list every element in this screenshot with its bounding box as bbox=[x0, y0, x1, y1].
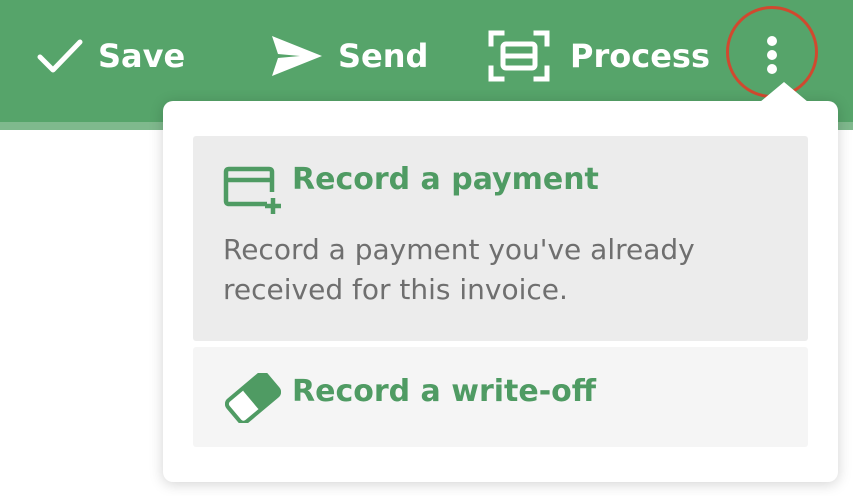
more-vertical-icon-dot bbox=[767, 50, 777, 60]
menu-item-record-payment[interactable]: Record a payment Record a payment you've… bbox=[193, 136, 808, 341]
send-button[interactable]: Send bbox=[270, 20, 428, 92]
record-payment-description: Record a payment you've already received… bbox=[223, 233, 695, 306]
more-vertical-icon bbox=[767, 36, 777, 46]
eraser-icon bbox=[225, 373, 281, 423]
menu-item-record-write-off[interactable]: Record a write-off bbox=[193, 347, 808, 447]
scan-icon bbox=[488, 30, 550, 82]
send-label: Send bbox=[338, 37, 429, 75]
dropdown-caret bbox=[760, 82, 808, 102]
process-label: Process bbox=[570, 37, 710, 75]
send-icon bbox=[270, 34, 324, 78]
process-button[interactable]: Process bbox=[488, 20, 710, 92]
card-plus-icon bbox=[223, 166, 281, 214]
save-button[interactable]: Save bbox=[36, 20, 185, 92]
check-icon bbox=[36, 36, 84, 76]
more-vertical-icon-dot bbox=[767, 64, 777, 74]
save-label: Save bbox=[98, 37, 186, 75]
record-write-off-title: Record a write-off bbox=[292, 374, 597, 409]
record-payment-title: Record a payment bbox=[292, 162, 599, 197]
more-options-dropdown: Record a payment Record a payment you've… bbox=[163, 101, 838, 482]
